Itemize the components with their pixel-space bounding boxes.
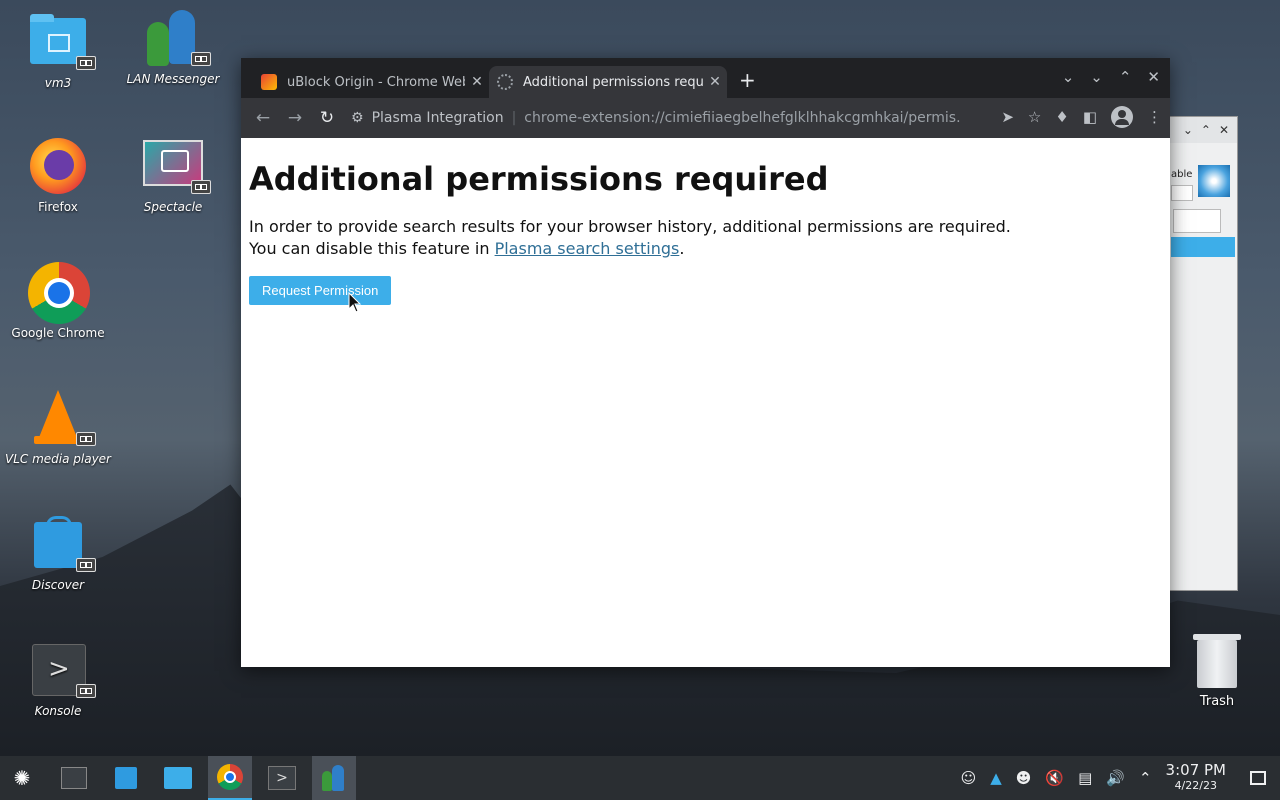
side-panel-icon[interactable]: ◧: [1083, 108, 1097, 126]
network-icon[interactable]: ▤: [1078, 769, 1092, 787]
settings-text-suffix: .: [679, 239, 685, 258]
volume-icon[interactable]: 🔊: [1106, 769, 1125, 787]
lan-messenger-tray-icon[interactable]: ▲: [990, 769, 1002, 787]
maximize-icon[interactable]: ⌃: [1201, 123, 1211, 137]
toolbar-actions: ➤ ☆ ♦ ◧ ⋮: [1001, 106, 1162, 128]
separator: |: [511, 110, 517, 126]
mouse-cursor-icon: [348, 292, 362, 313]
system-tray: ☺ ▲ ☻ 🔇 ▤ 🔊 ⌃ 3:07 PM 4/22/23: [961, 756, 1280, 800]
plasma-search-settings-link[interactable]: Plasma search settings: [495, 239, 680, 258]
chevron-down-icon[interactable]: ⌄: [1183, 123, 1193, 137]
chrome-icon: [28, 262, 90, 324]
tab-title: Additional permissions required: [523, 74, 703, 90]
address-bar[interactable]: ⚙ Plasma Integration | chrome-extension:…: [351, 102, 961, 134]
page-content: Additional permissions required In order…: [241, 138, 1170, 327]
background-window-button[interactable]: [1173, 209, 1221, 233]
desktop-icon-vlc[interactable]: VLC media player: [3, 388, 113, 466]
settings-text: You can disable this feature in Plasma s…: [249, 238, 1162, 260]
firefox-icon: [28, 136, 88, 196]
extension-icon: ⚙: [351, 110, 364, 126]
desktop-icon-spectacle[interactable]: Spectacle: [118, 136, 228, 214]
desktop-icon-vm3[interactable]: vm3: [3, 12, 113, 90]
chrome-window: uBlock Origin - Chrome Web Store ✕ Addit…: [241, 58, 1170, 667]
application-launcher-icon[interactable]: ✺: [0, 756, 44, 800]
task-lan-messenger-icon[interactable]: [312, 756, 356, 800]
desktop-icon-label: LAN Messenger: [126, 72, 220, 86]
desktop-icon-firefox[interactable]: Firefox: [3, 136, 113, 214]
task-file-manager-icon[interactable]: [156, 756, 200, 800]
background-window-text: able: [1171, 169, 1193, 180]
taskbar: ✺ > ☺ ▲ ☻ 🔇 ▤ 🔊 ⌃ 3:07 PM 4/22/23: [0, 756, 1280, 800]
maximize-icon[interactable]: ⌃: [1119, 68, 1132, 86]
desktop-icon-label: Google Chrome: [11, 326, 105, 340]
close-tab-icon[interactable]: ✕: [703, 74, 727, 90]
task-konsole-icon[interactable]: >: [260, 756, 304, 800]
desktop-icon-label: Spectacle: [143, 200, 203, 214]
task-google-chrome-icon[interactable]: [208, 756, 252, 800]
background-window-image: [1198, 165, 1230, 197]
desktop-icon-trash[interactable]: Trash: [1180, 634, 1254, 709]
desktop-icon-google-chrome[interactable]: Google Chrome: [3, 262, 113, 340]
back-arrow-icon[interactable]: ←: [247, 108, 279, 128]
share-icon[interactable]: ➤: [1001, 108, 1014, 126]
loading-icon: [497, 74, 513, 90]
extensions-puzzle-icon[interactable]: ♦: [1055, 108, 1068, 126]
new-tab-button[interactable]: +: [739, 70, 756, 90]
browser-toolbar: ← → ↻ ⚙ Plasma Integration | chrome-exte…: [241, 98, 1170, 138]
url-text: chrome-extension://cimiefiiaegbelhefglkl…: [524, 110, 961, 126]
tab-ublock-origin[interactable]: uBlock Origin - Chrome Web Store ✕: [253, 66, 489, 98]
background-window[interactable]: ⌄ ⌃ ✕ able: [1160, 116, 1238, 591]
background-window-selected-row[interactable]: [1171, 237, 1235, 257]
tab-search-icon[interactable]: ⌄: [1062, 68, 1075, 86]
desktop-icon-konsole[interactable]: > Konsole: [3, 640, 113, 718]
page-title: Additional permissions required: [249, 160, 829, 198]
lan-messenger-icon: [143, 8, 211, 68]
forward-arrow-icon[interactable]: →: [279, 108, 311, 128]
close-icon[interactable]: ✕: [1147, 68, 1160, 86]
request-permission-button[interactable]: Request Permission: [249, 276, 392, 305]
close-icon[interactable]: ✕: [1219, 123, 1229, 137]
vlc-icon: [28, 388, 96, 448]
konsole-icon: >: [28, 640, 96, 700]
desktop-icon-lan-messenger[interactable]: LAN Messenger: [118, 8, 228, 86]
desktop-icon-label: vm3: [44, 76, 72, 90]
close-tab-icon[interactable]: ✕: [465, 74, 489, 90]
tab-title: uBlock Origin - Chrome Web Store: [287, 74, 465, 90]
chevron-up-icon[interactable]: ⌃: [1139, 769, 1152, 787]
clock[interactable]: 3:07 PM 4/22/23: [1166, 763, 1226, 793]
profile-avatar-icon[interactable]: [1111, 106, 1133, 128]
clock-time: 3:07 PM: [1165, 761, 1226, 779]
task-discover-icon[interactable]: [104, 756, 148, 800]
user-icon[interactable]: ☺: [961, 769, 977, 787]
background-window-titlebar: ⌄ ⌃ ✕: [1161, 117, 1237, 143]
desktop-icon-label: Discover: [31, 578, 85, 592]
desktop-icon-label: VLC media player: [4, 452, 111, 466]
clock-date: 4/22/23: [1174, 779, 1217, 792]
bookmark-star-icon[interactable]: ☆: [1028, 108, 1041, 126]
task-system-settings-icon[interactable]: [52, 756, 96, 800]
desktop-icon-label: Konsole: [34, 704, 82, 718]
home-folder-icon: [28, 12, 96, 72]
background-window-field[interactable]: [1171, 185, 1193, 201]
discover-icon: [28, 514, 96, 574]
minimize-icon[interactable]: ⌄: [1090, 68, 1103, 86]
tab-bar: uBlock Origin - Chrome Web Store ✕ Addit…: [241, 58, 1170, 98]
spectacle-icon: [143, 136, 211, 196]
site-name: Plasma Integration: [371, 110, 504, 126]
user-status-icon[interactable]: ☻: [1016, 769, 1032, 787]
reload-icon[interactable]: ↻: [311, 108, 343, 128]
muted-speaker-icon[interactable]: 🔇: [1045, 769, 1064, 787]
settings-text-prefix: You can disable this feature in: [249, 239, 495, 258]
desktop-icon-discover[interactable]: Discover: [3, 514, 113, 592]
desktop-icon-label: Firefox: [38, 200, 78, 214]
show-desktop-icon[interactable]: [1250, 771, 1266, 785]
window-controls: ⌄ ⌄ ⌃ ✕: [1062, 68, 1160, 86]
tab-additional-permissions[interactable]: Additional permissions required ✕: [489, 66, 727, 98]
chrome-web-store-icon: [261, 74, 277, 90]
info-text: In order to provide search results for y…: [249, 217, 1011, 236]
trash-icon: [1193, 634, 1241, 688]
menu-kebab-icon[interactable]: ⋮: [1147, 108, 1162, 126]
trash-label: Trash: [1199, 694, 1235, 709]
